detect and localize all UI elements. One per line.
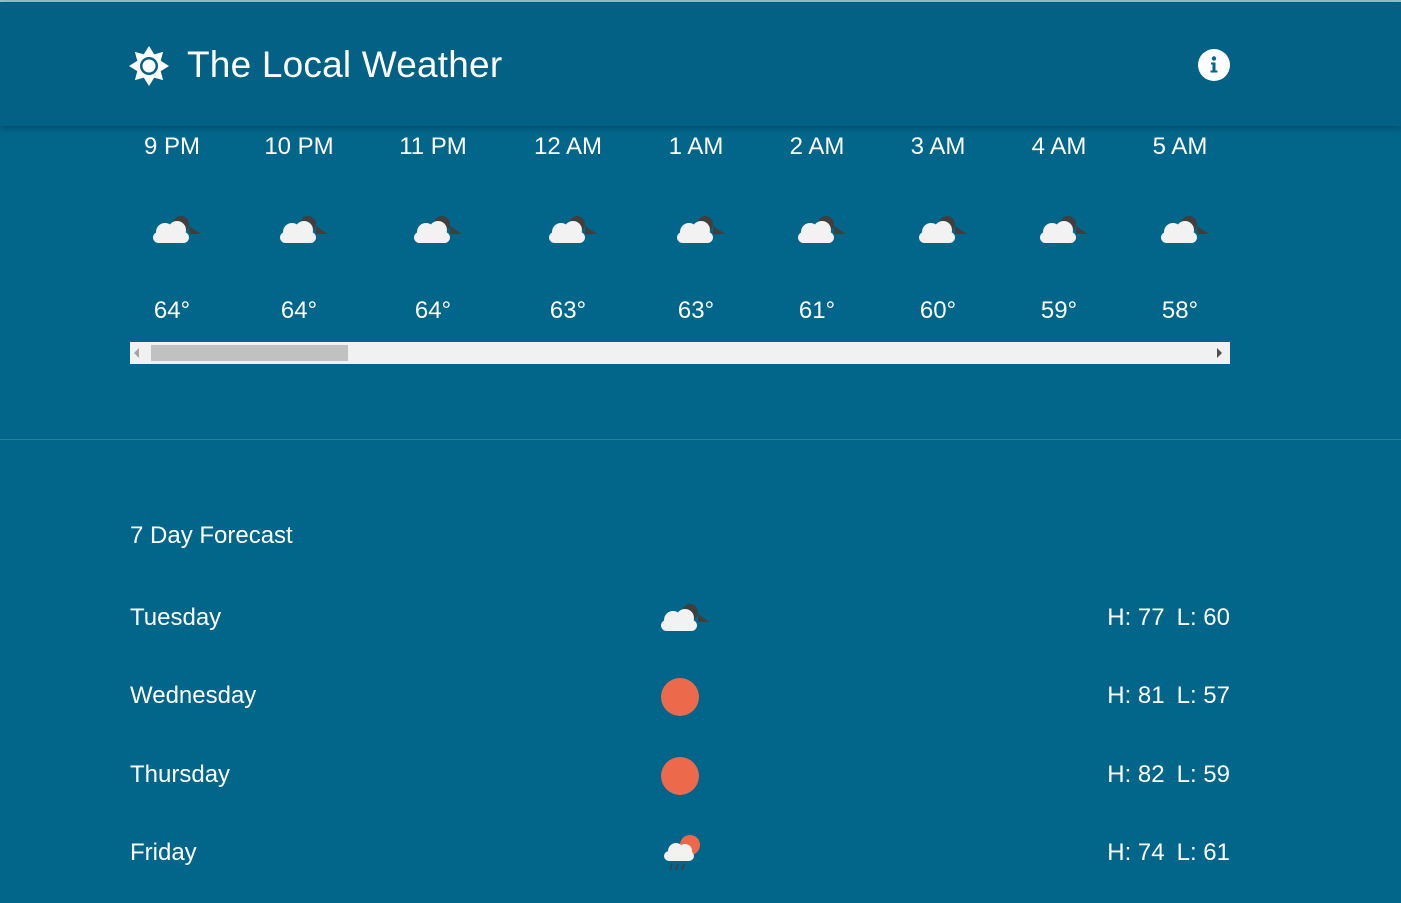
app-title: The Local Weather (187, 44, 503, 85)
scroll-right-arrow-icon[interactable] (1217, 348, 1222, 358)
forecast-high-low: H: 82 L: 59 (1107, 759, 1230, 791)
hour-temp: 63° (677, 297, 715, 324)
hour-time: 2 AM (789, 133, 845, 160)
partly-cloudy-night-icon (272, 208, 328, 248)
forecast-day-name: Tuesday (130, 604, 222, 631)
partly-cloudy-night-icon (911, 208, 967, 248)
scroll-left-arrow-icon[interactable] (134, 348, 139, 358)
forecast-day-name: Thursday (130, 761, 231, 788)
hour-temp: 64° (414, 297, 452, 324)
forecast-low: L: 60 (1176, 604, 1230, 631)
forecast-day-name: Friday (130, 839, 197, 866)
info-button[interactable] (1198, 49, 1230, 81)
app-header: The Local Weather (0, 2, 1401, 126)
hour-temp: 64° (153, 297, 191, 324)
hour-time: 4 AM (1031, 133, 1087, 160)
forecast-high: H: 74 (1107, 839, 1165, 866)
hour-temp: 60° (919, 297, 957, 324)
partly-cloudy-night-icon (650, 598, 710, 638)
partly-cloudy-night-icon (1032, 208, 1088, 248)
forecast-row: Thursday H: 82 L: 59 (130, 755, 1230, 795)
partly-cloudy-night-icon (1153, 208, 1209, 248)
hour-time: 10 PM (264, 133, 334, 160)
scrollbar-thumb[interactable] (151, 345, 348, 361)
forecast-low: L: 61 (1176, 839, 1230, 866)
clear-day-icon (650, 676, 710, 716)
partly-cloudy-night-icon (406, 208, 462, 248)
hour-time: 11 PM (399, 133, 467, 160)
hour-time: 1 AM (668, 133, 724, 160)
hour-time: 12 AM (533, 133, 603, 160)
hour-time: 9 PM (143, 133, 200, 160)
sun-gear-icon (129, 46, 169, 86)
forecast-high: H: 81 (1107, 682, 1165, 709)
hourly-forecast[interactable]: 9 PM 64° 10 PM 64° 11 PM 64° 12 AM 63° 1… (130, 126, 1230, 342)
hour-temp: 64° (280, 297, 318, 324)
section-divider (0, 439, 1401, 440)
partly-cloudy-night-icon (790, 208, 846, 248)
partly-cloudy-night-icon (669, 208, 725, 248)
info-icon (1198, 49, 1230, 81)
forecast-high-low: H: 81 L: 57 (1107, 680, 1230, 712)
hour-temp: 61° (798, 297, 836, 324)
clear-day-icon (650, 755, 710, 795)
partly-cloudy-night-icon (541, 208, 597, 248)
forecast-row: Tuesday H: 77 L: 60 (130, 598, 1230, 638)
forecast-low: L: 59 (1176, 761, 1230, 788)
hour-temp: 63° (549, 297, 587, 324)
partly-cloudy-night-icon (145, 208, 201, 248)
forecast-day-name: Wednesday (130, 682, 257, 709)
hour-temp: 58° (1161, 297, 1199, 324)
hour-temp: 59° (1040, 297, 1078, 324)
forecast-title: 7 Day Forecast (130, 522, 293, 549)
forecast-row: Friday H: 74 L: 61 (130, 833, 1230, 873)
forecast-row: Wednesday H: 81 L: 57 (130, 676, 1230, 716)
forecast-high-low: H: 77 L: 60 (1107, 602, 1230, 634)
forecast-low: L: 57 (1176, 682, 1230, 709)
forecast-high: H: 82 (1107, 761, 1165, 788)
hourly-scrollbar[interactable] (130, 342, 1230, 364)
rain-sun-icon (650, 833, 710, 873)
hour-time: 5 AM (1152, 133, 1208, 160)
forecast-high: H: 77 (1107, 604, 1165, 631)
hour-time: 3 AM (910, 133, 966, 160)
forecast-high-low: H: 74 L: 61 (1107, 837, 1230, 869)
